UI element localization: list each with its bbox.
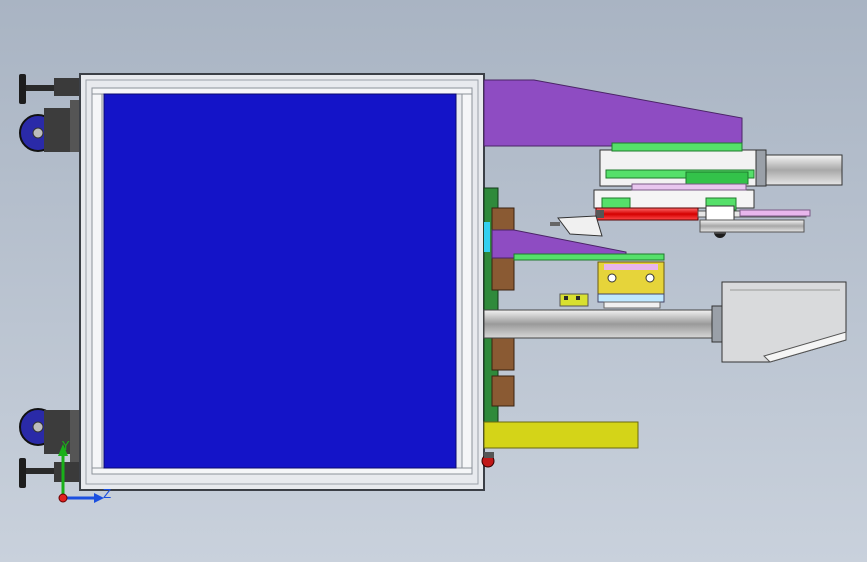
green-guide-strip[interactable] bbox=[513, 253, 665, 261]
axis-z-label: Z bbox=[103, 487, 112, 501]
shaft-collar[interactable] bbox=[711, 305, 723, 343]
sensor-bracket[interactable] bbox=[559, 293, 589, 307]
axis-y-label: Y bbox=[62, 439, 70, 453]
blue-side-panel[interactable] bbox=[103, 93, 457, 469]
yellow-base-plate[interactable] bbox=[483, 421, 639, 449]
triad-origin bbox=[58, 493, 68, 503]
horizontal-shaft[interactable] bbox=[483, 309, 721, 339]
cad-model-canvas[interactable] bbox=[0, 0, 867, 562]
cad-viewport[interactable]: Y Z bbox=[0, 0, 867, 562]
yellow-fixture-block[interactable] bbox=[597, 261, 665, 309]
